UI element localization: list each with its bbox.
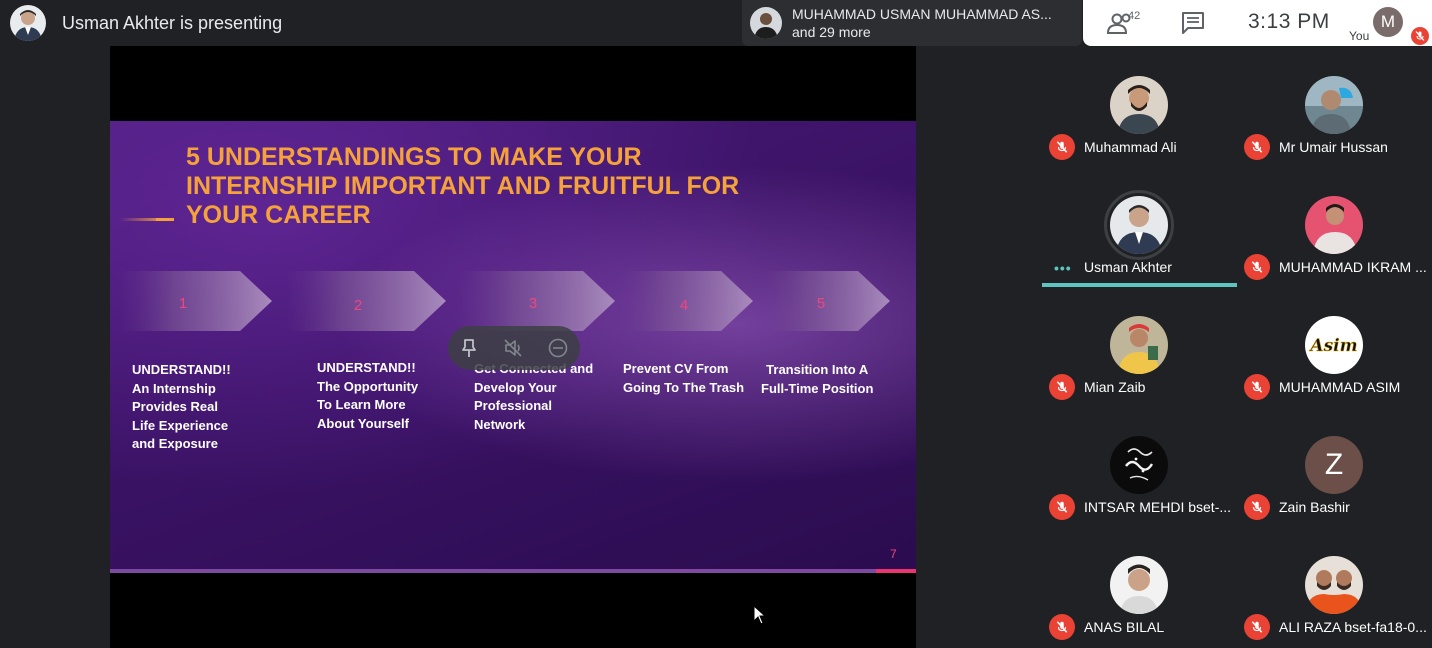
title-decoration-accent [156, 218, 174, 221]
presenter-avatar [10, 5, 46, 41]
meet-window: Usman Akhter is presenting MUHAMMAD USMA… [0, 0, 1432, 648]
participant-avatar: Asim [1305, 316, 1363, 374]
slide-title: 5 UNDERSTANDINGS TO MAKE YOUR INTERNSHIP… [186, 143, 826, 230]
recent-joiners[interactable]: MUHAMMAD USMAN MUHAMMAD AS... and 29 mor… [742, 0, 1082, 46]
participant-tile[interactable]: Mr Umair Hussan [1237, 46, 1432, 166]
slide-title-line: INTERNSHIP IMPORTANT AND FRUITFUL FOR [186, 172, 740, 200]
mic-off-icon [1049, 494, 1075, 520]
remove-icon[interactable] [547, 337, 569, 359]
cursor-icon [753, 605, 767, 625]
step-line: Network [474, 416, 526, 432]
participant-letter-avatar: Z [1305, 436, 1363, 494]
step-number: 2 [353, 297, 363, 314]
participants-grid: Muhammad Ali Mr Umair Hussan ••• Usman A… [1042, 46, 1432, 648]
mic-off-icon [1049, 374, 1075, 400]
mic-off-icon [1244, 374, 1270, 400]
step-text: Get Connected and Develop Your Professio… [474, 360, 593, 434]
participant-tile[interactable]: Mian Zaib [1042, 286, 1237, 406]
clock: 3:13 PM [1248, 10, 1330, 33]
slide-bottom-accent [876, 569, 916, 573]
mute-icon[interactable] [502, 337, 524, 359]
presentation-hover-controls [448, 326, 580, 370]
mic-off-icon [1244, 134, 1270, 160]
participant-avatar [1110, 556, 1168, 614]
joiner-name: MUHAMMAD USMAN MUHAMMAD AS... [792, 6, 1052, 22]
presenter-info: Usman Akhter is presenting [10, 5, 282, 41]
participant-name: ANAS BILAL [1084, 619, 1165, 635]
participant-avatar [1110, 76, 1168, 134]
participant-name: Muhammad Ali [1084, 139, 1177, 155]
participant-avatar [1305, 556, 1363, 614]
participant-tile[interactable]: MUHAMMAD IKRAM ... [1237, 166, 1432, 286]
step-text: UNDERSTAND!! The Opportunity To Learn Mo… [317, 359, 418, 433]
step-line: Professional [474, 398, 553, 413]
step-line: An Internship [132, 380, 216, 396]
mic-off-icon [1244, 494, 1270, 520]
asim-logo-text: Asim [1308, 336, 1357, 356]
participant-tile-speaking[interactable]: ••• Usman Akhter [1042, 166, 1237, 286]
step-line: UNDERSTAND!! [132, 362, 231, 377]
step-line: To Learn More [317, 397, 406, 412]
joiner-text: MUHAMMAD USMAN MUHAMMAD AS... and 29 mor… [792, 5, 1052, 41]
participant-tile[interactable]: ANAS BILAL [1042, 526, 1237, 646]
mic-off-icon [1411, 27, 1429, 45]
step-line: Provides Real [132, 399, 218, 414]
participant-name: MUHAMMAD IKRAM ... [1279, 259, 1427, 275]
mic-off-icon [1244, 254, 1270, 280]
joiner-avatar [750, 7, 782, 39]
presenting-label: Usman Akhter is presenting [62, 12, 283, 33]
participant-tile[interactable]: INTSAR MEHDI bset-... [1042, 406, 1237, 526]
step-number: 1 [178, 295, 188, 312]
step-line: Full-Time Position [761, 380, 874, 396]
top-bar: Usman Akhter is presenting MUHAMMAD USMA… [0, 0, 1432, 46]
step-line: The Opportunity [317, 378, 419, 394]
slide-bottom-bar [110, 569, 916, 573]
mic-off-icon [1049, 134, 1075, 160]
participant-tile[interactable]: Z Zain Bashir [1237, 406, 1432, 526]
participant-avatar [1110, 196, 1168, 254]
participant-name: Mr Umair Hussan [1279, 139, 1388, 155]
step-text: UNDERSTAND!! An Internship Provides Real… [132, 361, 231, 454]
step-line: and Exposure [132, 436, 218, 451]
step-line: Transition Into A [766, 362, 869, 377]
speaking-indicator-icon: ••• [1054, 260, 1072, 276]
step-number: 4 [679, 297, 689, 314]
participant-tile[interactable]: ALI RAZA bset-fa18-0... [1237, 526, 1432, 646]
step-line: Prevent CV From [623, 361, 729, 376]
participant-tile[interactable]: Asim MUHAMMAD ASIM [1237, 286, 1432, 406]
you-label: You [1349, 29, 1370, 43]
step-line: About Yourself [317, 415, 409, 431]
slide-page-number: 7 [890, 547, 897, 561]
step-number: 5 [816, 295, 826, 312]
step-number: 3 [528, 295, 538, 312]
self-avatar[interactable]: M [1373, 7, 1403, 37]
step-line: UNDERSTAND!! [317, 360, 416, 375]
step-line: Develop Your [474, 379, 557, 395]
participant-avatar [1305, 76, 1363, 134]
slide-title-line: 5 UNDERSTANDINGS TO MAKE YOUR [186, 143, 642, 171]
step-text: Prevent CV From Going To The Trash [623, 360, 744, 397]
participant-tile[interactable]: Muhammad Ali [1042, 46, 1237, 166]
participant-name: MUHAMMAD ASIM [1279, 379, 1401, 395]
participant-avatar [1305, 196, 1363, 254]
step-line: Going To The Trash [623, 379, 745, 395]
participant-name: ALI RAZA bset-fa18-0... [1279, 619, 1427, 635]
joiner-more: and 29 more [792, 24, 871, 40]
participant-name: INTSAR MEHDI bset-... [1084, 499, 1232, 515]
step-line: Life Experience [132, 417, 229, 433]
step-text: Transition Into A Full-Time Position [761, 361, 873, 398]
participant-name: Mian Zaib [1084, 379, 1146, 395]
participant-avatar [1110, 316, 1168, 374]
participant-count: 42 [1128, 10, 1141, 22]
mic-off-icon [1049, 614, 1075, 640]
mic-off-icon [1244, 614, 1270, 640]
participant-name: Zain Bashir [1279, 499, 1350, 515]
participant-name: Usman Akhter [1084, 259, 1172, 275]
pin-icon[interactable] [458, 337, 480, 359]
slide-title-line: YOUR CAREER [186, 201, 371, 229]
chat-icon[interactable] [1178, 9, 1208, 37]
participant-avatar [1110, 436, 1168, 494]
